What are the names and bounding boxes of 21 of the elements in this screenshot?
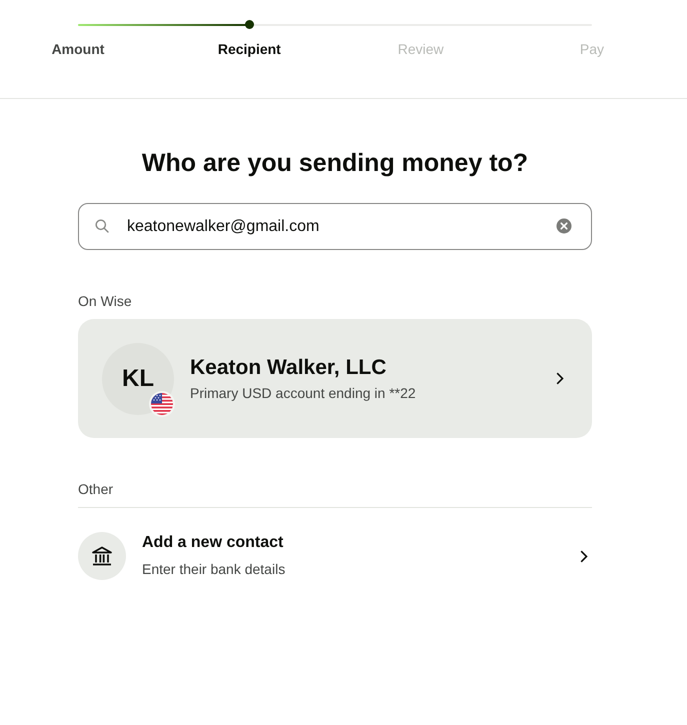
account-detail: Primary USD account ending in **22 bbox=[190, 384, 417, 402]
step-label: Review bbox=[398, 40, 444, 58]
avatar-initials: KL bbox=[122, 364, 154, 392]
step-label: Recipient bbox=[218, 40, 281, 58]
flag-icon bbox=[149, 390, 175, 416]
chevron-right-icon bbox=[556, 372, 564, 385]
action-title[interactable]: Add a new contact bbox=[142, 533, 580, 553]
recipient-name: Keaton Walker, LLC bbox=[190, 354, 388, 380]
step-label: Pay bbox=[580, 40, 604, 58]
search-field[interactable]: keatonewalker@gmail.com bbox=[78, 203, 592, 250]
section-label: On Wise bbox=[78, 292, 133, 311]
section-label: Other bbox=[78, 480, 114, 499]
recipient-card[interactable]: KL Keaton Walker, LLC Primary USD account ending in **22 bbox=[78, 319, 592, 438]
action-subtitle: Enter their bank details bbox=[142, 560, 286, 579]
search-icon bbox=[95, 219, 109, 233]
chevron-right-icon bbox=[580, 550, 588, 562]
page-heading: Who are you sending money to? bbox=[142, 148, 528, 179]
step-label: Amount bbox=[52, 40, 104, 58]
bank-icon bbox=[78, 532, 126, 580]
clear-icon bbox=[556, 218, 572, 234]
clear-button[interactable] bbox=[556, 218, 572, 234]
